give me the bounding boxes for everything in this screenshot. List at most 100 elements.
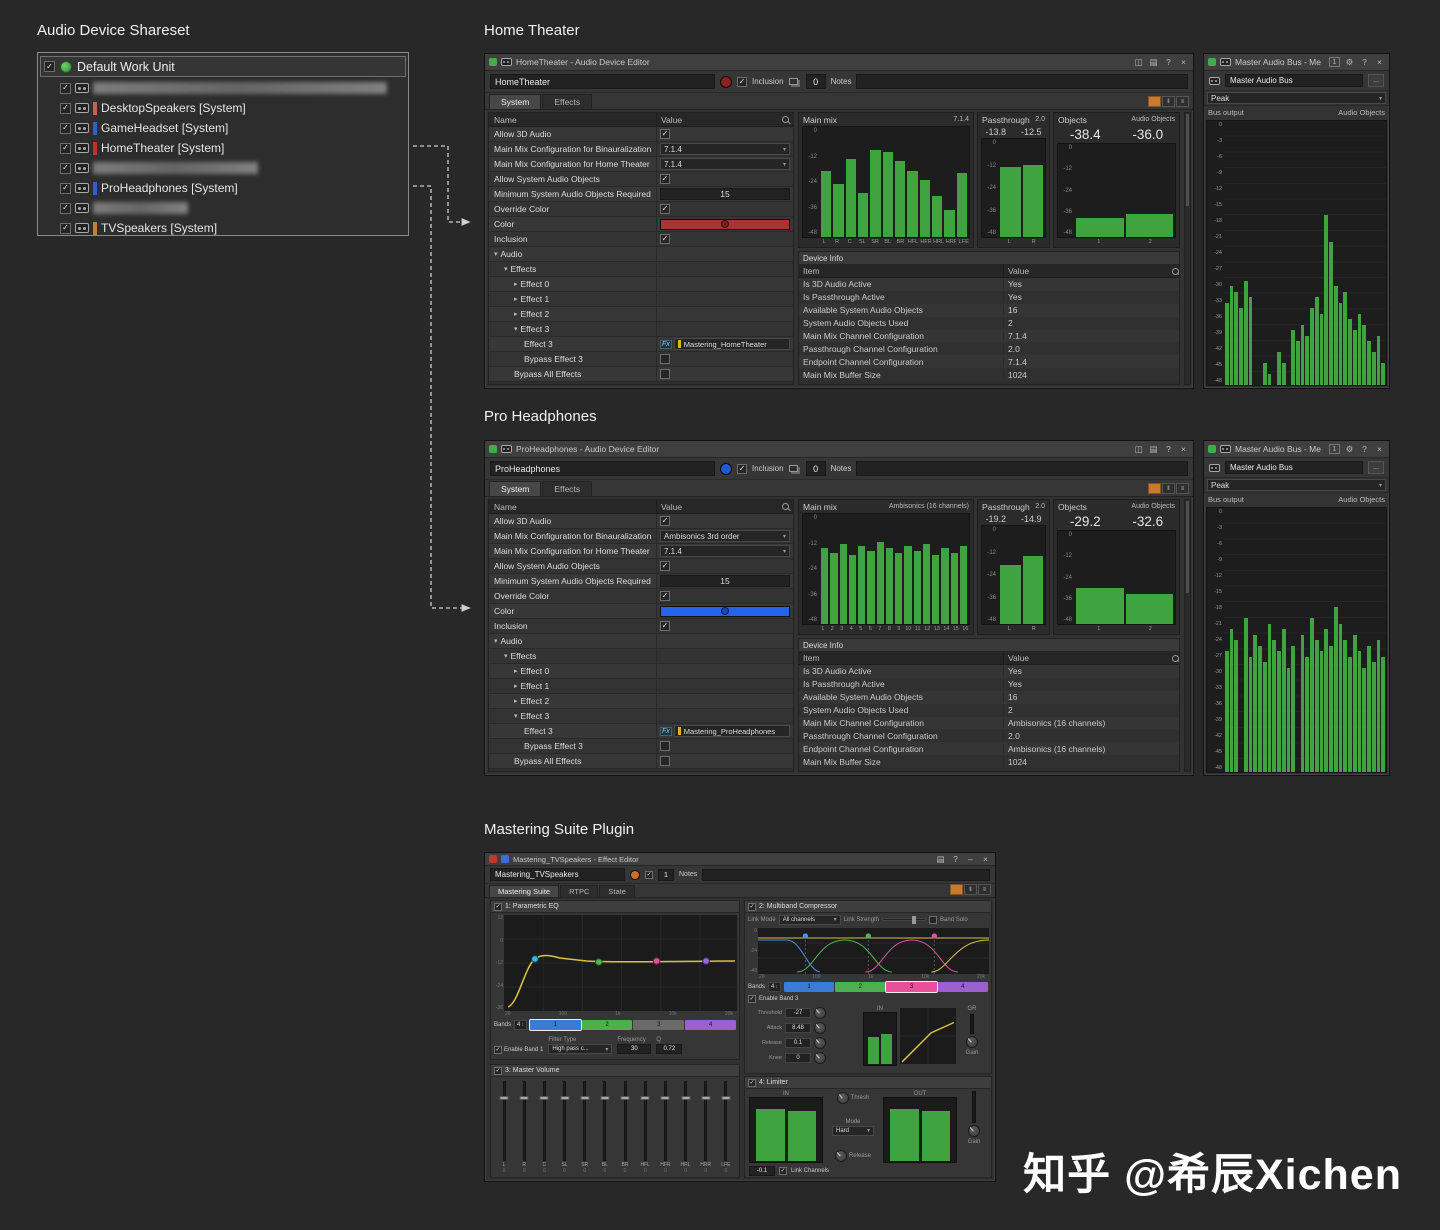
search-icon[interactable] bbox=[1172, 654, 1179, 662]
collapse-icon[interactable]: ▾ bbox=[514, 325, 518, 333]
expand-icon[interactable]: ▸ bbox=[514, 295, 518, 303]
color-mode-icon[interactable] bbox=[1148, 483, 1161, 494]
value-checkbox[interactable] bbox=[660, 204, 670, 214]
close-icon[interactable]: × bbox=[980, 854, 991, 865]
fader-handle[interactable] bbox=[519, 1096, 529, 1101]
module-enable-checkbox[interactable] bbox=[494, 1066, 502, 1075]
layout-preset-icon[interactable]: 1 bbox=[1329, 57, 1340, 67]
slider-thumb[interactable] bbox=[912, 916, 917, 924]
effect-titlebar[interactable]: Mastering_TVSpeakers - Effect Editor ▤ ?… bbox=[485, 853, 995, 866]
enable-band-checkbox[interactable] bbox=[494, 1046, 502, 1054]
scrollbar[interactable] bbox=[1184, 499, 1191, 772]
color-swatch[interactable] bbox=[660, 218, 790, 230]
tab-rtpc[interactable]: RTPC bbox=[560, 885, 599, 897]
meter-titlebar[interactable]: Master Audio Bus - Meter 1 ⚙ ? × bbox=[1204, 441, 1389, 458]
channel-fader[interactable]: BR 0 bbox=[618, 1081, 632, 1174]
param-knob[interactable] bbox=[814, 1021, 826, 1034]
close-icon[interactable]: × bbox=[1374, 57, 1385, 68]
inclusion-checkbox[interactable] bbox=[645, 870, 653, 879]
value-number-field[interactable]: 15 bbox=[660, 575, 790, 587]
list-icon[interactable]: ≡ bbox=[1176, 483, 1189, 494]
browse-button[interactable]: ... bbox=[1368, 74, 1384, 87]
band-segment[interactable]: 2 bbox=[581, 1019, 633, 1030]
item-checkbox[interactable] bbox=[60, 182, 71, 194]
channel-fader[interactable]: L0 bbox=[497, 1081, 511, 1174]
item-checkbox[interactable] bbox=[60, 102, 71, 114]
fader-handle[interactable] bbox=[539, 1096, 549, 1101]
close-icon[interactable]: × bbox=[1374, 444, 1385, 455]
search-icon[interactable] bbox=[782, 503, 789, 510]
crossover-graph[interactable] bbox=[758, 928, 989, 974]
fader-handle[interactable] bbox=[681, 1096, 691, 1101]
channel-fader[interactable]: R0 bbox=[517, 1081, 531, 1174]
channel-fader[interactable]: HFL 0 bbox=[638, 1081, 652, 1174]
tree-item[interactable]: HomeTheater [System] bbox=[38, 138, 408, 158]
gain-knob[interactable] bbox=[968, 1125, 980, 1137]
ref-count-field[interactable]: 0 bbox=[805, 461, 826, 476]
band-segment[interactable]: 4 bbox=[685, 1019, 736, 1030]
channel-fader[interactable]: SL 0 bbox=[558, 1081, 572, 1174]
item-checkbox[interactable] bbox=[60, 202, 71, 214]
tree-item[interactable] bbox=[38, 78, 408, 98]
value-dropdown[interactable]: 7.1.4 ▾ bbox=[660, 143, 790, 155]
param-knob[interactable] bbox=[814, 1051, 826, 1064]
filter-type-dropdown[interactable]: High pass c... ▾ bbox=[548, 1044, 613, 1054]
pause-icon[interactable]: ‖ bbox=[964, 884, 977, 895]
module-enable-checkbox[interactable] bbox=[494, 902, 502, 911]
value-checkbox[interactable] bbox=[660, 129, 670, 139]
fader-handle[interactable] bbox=[600, 1096, 610, 1101]
value-dropdown[interactable]: 7.1.4 ▾ bbox=[660, 158, 790, 170]
channel-fader[interactable]: C0 bbox=[537, 1081, 551, 1174]
channel-fader[interactable]: HFR 0 bbox=[658, 1081, 672, 1174]
help-icon[interactable]: ? bbox=[1359, 57, 1370, 68]
browse-button[interactable]: ... bbox=[1368, 461, 1384, 474]
ref-count-field[interactable]: 1 bbox=[658, 868, 674, 881]
release-knob[interactable] bbox=[834, 1150, 847, 1162]
expand-icon[interactable]: ▸ bbox=[514, 280, 518, 288]
tree-item[interactable]: DesktopSpeakers [System] bbox=[38, 98, 408, 118]
info-value-header[interactable]: Value bbox=[1008, 653, 1029, 663]
tab-mastering-suite[interactable]: Mastering Suite bbox=[489, 885, 560, 897]
editor-titlebar[interactable]: HomeTheater - Audio Device Editor ◫ ▤ ? … bbox=[485, 54, 1193, 71]
color-swatch[interactable] bbox=[660, 605, 790, 617]
close-icon[interactable]: × bbox=[1178, 444, 1189, 455]
fader-handle[interactable] bbox=[580, 1096, 590, 1101]
param-value-field[interactable]: 8.48 bbox=[785, 1022, 811, 1033]
scrollbar-thumb[interactable] bbox=[1186, 114, 1189, 207]
fader-handle[interactable] bbox=[701, 1096, 711, 1101]
pause-icon[interactable]: ‖ bbox=[1162, 96, 1175, 107]
inclusion-checkbox[interactable] bbox=[737, 76, 747, 87]
value-checkbox[interactable] bbox=[660, 174, 670, 184]
fader-handle[interactable] bbox=[640, 1096, 650, 1101]
item-checkbox[interactable] bbox=[60, 122, 71, 134]
value-checkbox[interactable] bbox=[660, 591, 670, 601]
device-name-field[interactable]: HomeTheater bbox=[490, 74, 715, 89]
value-checkbox[interactable] bbox=[660, 369, 670, 379]
layout-preset-icon[interactable]: 1 bbox=[1329, 444, 1340, 454]
grid-name-header[interactable]: Name bbox=[489, 113, 657, 126]
threshold-knob[interactable] bbox=[836, 1092, 849, 1104]
value-checkbox[interactable] bbox=[660, 756, 670, 766]
fader-handle[interactable] bbox=[499, 1096, 509, 1101]
tree-item[interactable]: TVSpeakers [System] bbox=[38, 218, 408, 235]
object-color-circle[interactable] bbox=[720, 462, 732, 475]
bands-stepper[interactable]: 4 ↕ bbox=[768, 982, 781, 992]
band-solo-checkbox[interactable] bbox=[929, 915, 938, 924]
object-color-circle[interactable] bbox=[630, 869, 640, 880]
param-knob[interactable] bbox=[814, 1036, 826, 1049]
grid-name-header[interactable]: Name bbox=[489, 500, 657, 513]
layout-icon[interactable]: ◫ bbox=[1133, 57, 1144, 68]
help-icon[interactable]: ? bbox=[1359, 444, 1370, 455]
help-icon[interactable]: ? bbox=[950, 854, 961, 865]
scrollbar-thumb[interactable] bbox=[1186, 501, 1189, 594]
info-item-header[interactable]: Item bbox=[799, 652, 1004, 664]
device-name-field[interactable]: ProHeadphones bbox=[490, 461, 715, 476]
value-checkbox[interactable] bbox=[660, 516, 670, 526]
notes-field[interactable] bbox=[856, 74, 1188, 89]
link-strength-slider[interactable] bbox=[882, 916, 927, 924]
search-icon[interactable] bbox=[1172, 267, 1179, 275]
effect-name-field[interactable]: Mastering_HomeTheater bbox=[673, 338, 790, 350]
expand-icon[interactable]: ▸ bbox=[514, 667, 518, 675]
color-mode-icon[interactable] bbox=[950, 884, 963, 895]
meter-mode-dropdown[interactable]: Peak ▾ bbox=[1207, 92, 1386, 104]
